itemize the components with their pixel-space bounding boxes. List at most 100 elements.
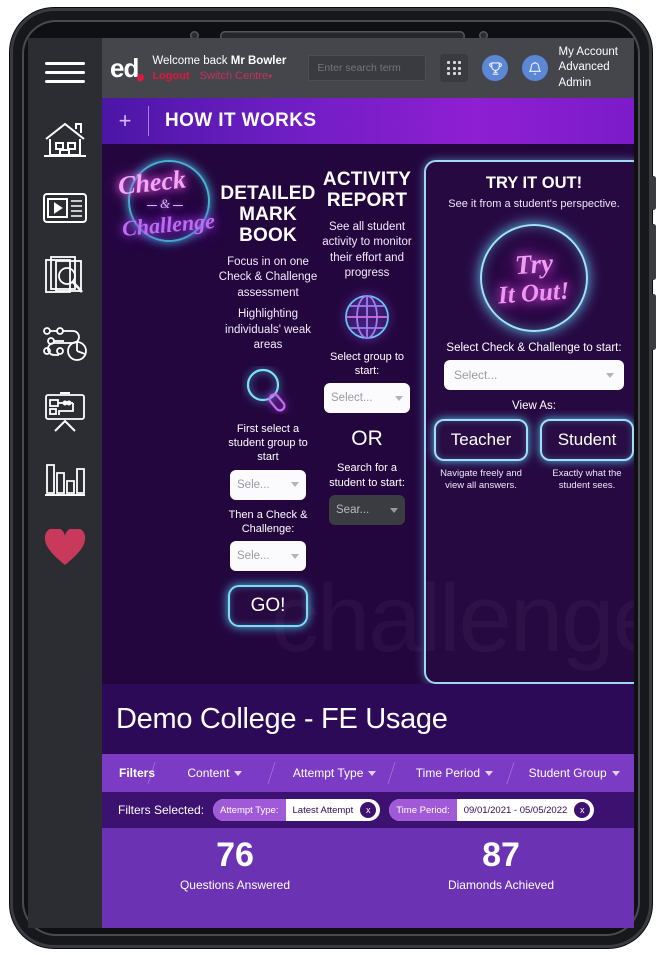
try-it-out-card: TRY IT OUT! See it from a student's pers… [424, 160, 634, 684]
or-divider-text: OR [351, 427, 383, 451]
search-input[interactable] [308, 55, 427, 81]
try-it-out-select[interactable]: Select... [444, 360, 624, 390]
filter-time-period[interactable]: Time Period [415, 766, 494, 780]
check-challenge-select[interactable]: Sele... [230, 541, 306, 572]
chip-key: Time Period: [389, 799, 457, 821]
sidebar-item-resources[interactable] [39, 250, 91, 302]
mark-book-body-1: Focus in on one Check & Challenge assess… [218, 255, 318, 299]
try-it-out-subheading: See it from a student's perspective. [448, 198, 620, 210]
filter-student-group-label: Student Group [528, 766, 607, 780]
kpi-questions-answered: 76 Questions Answered [102, 837, 368, 892]
filters-label: Filters [119, 766, 156, 780]
hero-columns: DETAILED MARK BOOK Focus in on one Check… [102, 144, 634, 684]
student-group-select-value: Sele... [237, 478, 270, 491]
sidebar-item-reports[interactable] [39, 454, 91, 506]
account-info[interactable]: My Account Advanced Admin [559, 45, 624, 92]
try-it-out-column: TRY IT OUT! See it from a student's pers… [416, 152, 634, 684]
chevron-down-icon [291, 482, 299, 488]
hamburger-icon [45, 61, 85, 83]
filter-student-group[interactable]: Student Group [529, 766, 620, 780]
dashboard-title: Demo College - FE Usage [102, 684, 634, 754]
pathway-pie-icon [43, 327, 87, 361]
mark-book-heading: DETAILED MARK BOOK [220, 183, 316, 246]
go-button[interactable]: GO! [228, 585, 308, 628]
welcome-prefix: Welcome back [152, 54, 231, 67]
try-it-out-select-label: Select Check & Challenge to start: [446, 342, 622, 354]
try-it-out-badge[interactable]: Try It Out! [480, 224, 588, 332]
sidebar-item-favourites[interactable] [39, 522, 91, 574]
how-it-works-panel: challenge Check & Challenge DETAILED MAR… [102, 144, 634, 684]
check-challenge-select-value: Sele... [237, 550, 270, 563]
activity-group-select[interactable]: Select... [324, 383, 410, 414]
bar-chart-icon [45, 464, 85, 496]
volume-up-button[interactable] [651, 224, 656, 280]
chevron-down-icon [395, 395, 403, 401]
trophy-icon[interactable] [482, 55, 509, 81]
filter-time-period-label: Time Period [415, 766, 481, 780]
sidebar-item-pathways[interactable] [39, 318, 91, 370]
activity-report-heading: ACTIVITY REPORT [322, 169, 412, 211]
activity-group-select-value: Select... [331, 392, 373, 405]
kpi-label: Questions Answered [179, 877, 291, 892]
welcome-block: Welcome back Mr Bowler Logout Switch Cen… [152, 55, 286, 82]
sidebar-nav [28, 38, 102, 928]
mark-book-body-2: Highlighting individuals' weak areas [225, 308, 311, 352]
chip-remove-icon[interactable]: x [574, 802, 591, 818]
document-search-icon [45, 256, 83, 293]
magnifier-icon [242, 366, 294, 414]
kpi-value: 87 [482, 836, 520, 874]
filter-attempt-type[interactable]: Attempt Type [293, 766, 377, 780]
chevron-down-icon [485, 770, 494, 776]
volume-down-button[interactable] [651, 294, 656, 350]
sidebar-item-menu[interactable] [39, 46, 91, 98]
chip-value: 09/01/2021 - 05/05/2022 [463, 804, 568, 816]
switch-centre-link[interactable]: Switch Centre▾ [200, 70, 273, 82]
chevron-down-icon [606, 372, 614, 378]
student-search-input[interactable]: Sear... [329, 495, 405, 526]
kpi-row: 76 Questions Answered 87 Diamonds Achiev… [102, 828, 634, 928]
top-bar: ed Welcome back Mr Bowler Logout Switch … [102, 38, 634, 98]
expand-plus-icon[interactable]: + [102, 108, 148, 134]
power-button[interactable] [651, 176, 656, 210]
sidebar-item-home[interactable] [39, 114, 91, 166]
bell-icon[interactable] [522, 55, 549, 81]
activity-report-column: ACTIVITY REPORT See all student activity… [318, 152, 416, 684]
filter-chip-time-period: Time Period: 09/01/2021 - 05/05/2022 x [389, 799, 595, 821]
chevron-down-icon [291, 553, 299, 559]
mark-book-label-2: Then a Check & Challenge: [228, 508, 308, 535]
student-search-value: Sear... [336, 504, 370, 517]
account-line-2: Advanced [558, 61, 610, 74]
try-it-out-heading: TRY IT OUT! [485, 174, 583, 192]
teacher-caption: Navigate freely and view all answers. [440, 468, 522, 492]
ed-logo[interactable]: ed [110, 53, 146, 84]
globe-icon [342, 292, 392, 342]
sidebar-item-media[interactable] [39, 182, 91, 234]
welcome-user-name: Mr Bowler [230, 54, 287, 67]
teacher-button[interactable]: Teacher [434, 419, 528, 461]
how-it-works-header[interactable]: + HOW IT WORKS [102, 98, 634, 144]
chevron-down-icon [234, 770, 243, 776]
apps-grid-icon[interactable] [440, 54, 469, 82]
selected-filters-label: Filters Selected: [118, 803, 205, 817]
student-caption: Exactly what the student sees. [552, 468, 622, 492]
presentation-board-icon [45, 392, 85, 432]
chip-value: Latest Attempt [292, 804, 354, 816]
view-as-options: Teacher Navigate freely and view all ans… [434, 419, 634, 493]
sidebar-item-whiteboard[interactable] [39, 386, 91, 438]
main-content: ed Welcome back Mr Bowler Logout Switch … [102, 38, 634, 928]
filter-slot-time-period: Time Period [395, 766, 515, 780]
filter-content[interactable]: Content [187, 766, 243, 780]
filter-chip-attempt-type: Attempt Type: Latest Attempt x [213, 799, 381, 821]
view-as-label: View As: [512, 400, 556, 412]
chip-key: Attempt Type: [213, 799, 286, 821]
activity-report-body: See all student activity to monitor thei… [322, 220, 412, 280]
logo-accent-dot [136, 72, 146, 82]
chevron-down-icon: ▾ [268, 71, 273, 81]
filter-slot-student-group: Student Group [514, 766, 634, 780]
detailed-mark-book-column: DETAILED MARK BOOK Focus in on one Check… [218, 152, 318, 684]
logout-link[interactable]: Logout [152, 70, 189, 82]
chip-remove-icon[interactable]: x [360, 802, 377, 818]
student-group-select[interactable]: Sele... [230, 469, 306, 500]
filter-bar: Filters Content Attempt Type Time Period… [102, 754, 634, 792]
student-button[interactable]: Student [540, 419, 634, 461]
